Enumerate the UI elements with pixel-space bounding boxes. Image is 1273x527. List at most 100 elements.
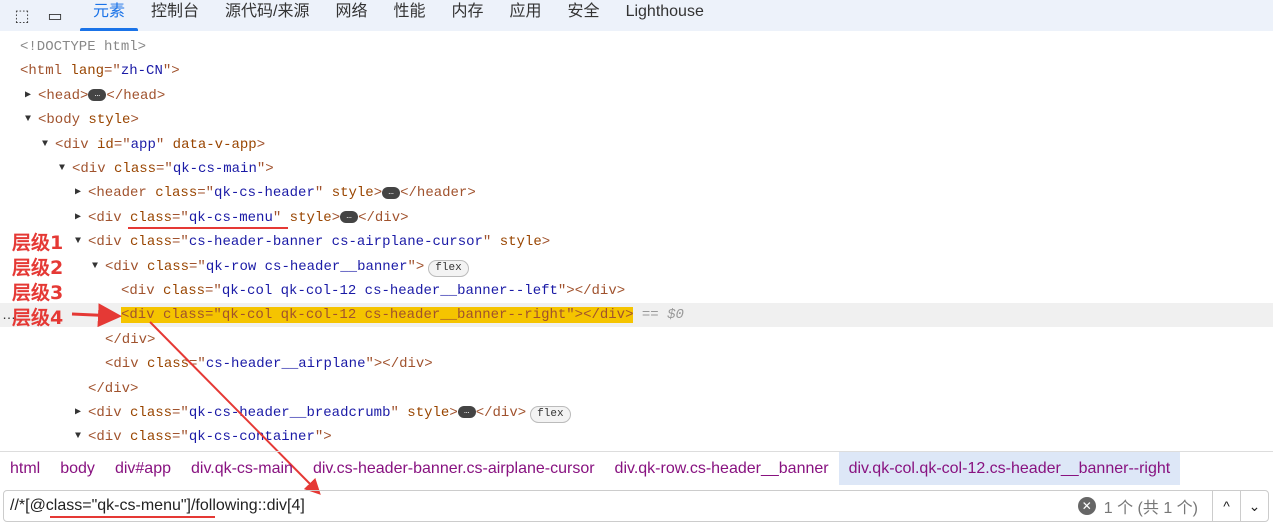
collapse-arrow-icon[interactable]: ▼ [92, 255, 98, 279]
ellipsis-icon[interactable]: … [88, 89, 107, 102]
code-token-an: class [130, 234, 173, 251]
code-token-tag: " [390, 405, 408, 421]
tab-8[interactable]: Lighthouse [613, 0, 717, 31]
clear-search-icon[interactable]: ✕ [1077, 497, 1096, 515]
code-token-tag: <div [55, 136, 98, 153]
code-token-an: class [155, 185, 198, 202]
dom-node-code: <div class="cs-header__airplane"></div> [105, 352, 433, 376]
dom-node-line[interactable]: <html lang="zh-CN"> [0, 59, 1273, 83]
code-token-tag: <body [38, 112, 89, 129]
ellipsis-icon[interactable]: … [382, 186, 401, 199]
code-token-tag: =" [104, 63, 121, 80]
code-token-tag: =" [172, 234, 189, 251]
collapse-arrow-icon[interactable]: ▼ [75, 425, 81, 449]
code-token-tag: </head> [106, 87, 166, 104]
code-token-tag: <div [72, 161, 115, 177]
code-token-an: style [289, 209, 332, 226]
dom-node-line[interactable]: ▼ <div class="cs-header-banner cs-airplan… [0, 230, 1273, 254]
tab-3[interactable]: 网络 [322, 0, 380, 31]
dom-node-code: <div class="qk-row cs-header__banner"> fl… [105, 255, 469, 279]
dom-node-line[interactable]: ▶ <div class="qk-cs-menu" style>… </div> [0, 206, 1273, 230]
collapse-arrow-icon[interactable]: ▼ [42, 133, 48, 157]
code-token-doc: <!DOCTYPE html> [20, 39, 147, 55]
inspect-element-icon[interactable]: ⬚ [11, 6, 33, 26]
breadcrumb-item[interactable]: div.qk-row.cs-header__banner [605, 452, 839, 485]
tab-1[interactable]: 控制台 [138, 0, 212, 31]
tab-4[interactable]: 性能 [381, 0, 439, 31]
dom-node-code: </div> [88, 377, 138, 401]
code-token-tag: =" [172, 429, 189, 446]
code-token-av: cs-header__airplane [205, 356, 366, 373]
code-token-tag: "> [256, 161, 274, 177]
tab-7[interactable]: 安全 [555, 0, 613, 31]
code-token-an: class [147, 356, 190, 373]
expand-arrow-icon[interactable]: ▶ [75, 181, 81, 205]
code-token-tag: =" [172, 209, 189, 226]
breadcrumb-item[interactable]: html [0, 452, 50, 485]
code-token-tag: </div> [105, 331, 156, 348]
dom-node-code: <div class="qk-cs-main"> [72, 157, 274, 181]
dom-node-line[interactable]: ▶ <head>… </head> [0, 84, 1273, 108]
tab-6[interactable]: 应用 [497, 0, 555, 31]
code-token-tag: " [314, 185, 332, 202]
next-match-button[interactable]: ⌄ [1240, 491, 1268, 521]
code-token-tag: </div> [475, 405, 527, 421]
dom-node-line[interactable]: <!DOCTYPE html> [0, 35, 1273, 59]
expand-arrow-icon[interactable]: ▶ [75, 401, 81, 425]
code-token-tag: <div [105, 258, 148, 275]
code-token-tag: =" [113, 136, 131, 153]
dom-node-line[interactable]: ▼ <div class="qk-row cs-header__banner"> f… [0, 255, 1273, 279]
expand-arrow-icon[interactable]: ▶ [75, 206, 81, 230]
code-token-tag: =" [172, 405, 189, 421]
ellipsis-icon[interactable]: … [340, 211, 359, 224]
collapse-arrow-icon[interactable]: ▼ [25, 108, 31, 132]
code-token-av: qk-cs-menu [188, 209, 273, 226]
dom-node-line[interactable]: <div class="cs-header__airplane"></div> [0, 352, 1273, 376]
expand-arrow-icon[interactable]: ▶ [25, 84, 31, 108]
code-token-tag: =" [189, 258, 206, 275]
breadcrumb-item[interactable]: div.cs-header-banner.cs-airplane-cursor [303, 452, 605, 485]
previous-match-button[interactable]: ^ [1212, 491, 1240, 521]
dom-node-line[interactable]: ▶ <header class="qk-cs-header" style>… </h… [0, 181, 1273, 205]
device-toolbar-icon[interactable]: ▭ [44, 6, 66, 26]
breadcrumb-item[interactable]: div.qk-col.qk-col-12.cs-header__banner--… [838, 452, 1181, 485]
dom-node-line[interactable]: </div> [0, 377, 1273, 401]
tab-2[interactable]: 源代码/来源 [212, 0, 322, 31]
code-token-tag: > [373, 185, 383, 202]
code-token-an: style [331, 185, 374, 202]
match-count: 1 个 (共 1 个) [1103, 500, 1198, 517]
code-token-tag: =" [197, 185, 215, 202]
collapse-arrow-icon[interactable]: ▼ [59, 157, 65, 181]
code-token-tag: "></div> [557, 283, 626, 299]
dom-node-line[interactable]: ▶ <div class="qk-cs-header__breadcrumb" s… [0, 401, 1273, 425]
breadcrumb-item[interactable]: div.qk-cs-main [181, 452, 303, 485]
dom-node-code: <div id="app" data-v-app> [55, 133, 265, 157]
dom-node-line[interactable]: ▼ <body style> [0, 108, 1273, 132]
code-token-tag: "> [407, 258, 425, 275]
tab-5[interactable]: 内存 [439, 0, 497, 31]
code-token-tag: > [256, 136, 266, 153]
dom-node-line[interactable]: ▼ <div class="qk-cs-main"> [0, 157, 1273, 181]
breadcrumb-item[interactable]: body [50, 452, 105, 485]
dom-node-line[interactable]: ▼ <div id="app" data-v-app> [0, 133, 1273, 157]
dom-node-line[interactable]: <div class="qk-col qk-col-12 cs-header__… [0, 303, 1273, 328]
dom-node-code: <div class="qk-col qk-col-12 cs-header__… [121, 303, 684, 327]
dom-node-code: <head>… </head> [38, 84, 165, 108]
dom-node-line[interactable]: <div class="qk-col qk-col-12 cs-header__… [0, 279, 1273, 303]
code-token-av: qk-col qk-col-12 cs-header__banner--left [221, 283, 558, 299]
dom-node-code: <div class="cs-header-banner cs-airplane… [88, 230, 550, 254]
dom-node-line[interactable]: </div> [0, 328, 1273, 352]
ellipsis-icon[interactable]: … [457, 406, 476, 419]
selected-node-code: <div class="qk-col qk-col-12 cs-header__… [121, 307, 634, 324]
breadcrumb-item[interactable]: div#app [105, 452, 181, 485]
dom-node-code: <body style> [38, 108, 139, 132]
dom-node-line[interactable]: ▼ <div class="qk-cs-container"> [0, 425, 1273, 449]
flex-badge[interactable]: flex [428, 259, 469, 277]
dom-node-code: <html lang="zh-CN"> [20, 59, 180, 83]
tab-0[interactable]: 元素 [80, 0, 139, 31]
search-input[interactable]: //*[@class="qk-cs-menu"]/following::div[… [4, 497, 1078, 515]
flex-badge[interactable]: flex [530, 406, 571, 423]
code-token-av: app [130, 136, 156, 153]
collapse-arrow-icon[interactable]: ▼ [75, 230, 81, 254]
code-token-tag: <div [88, 209, 131, 226]
